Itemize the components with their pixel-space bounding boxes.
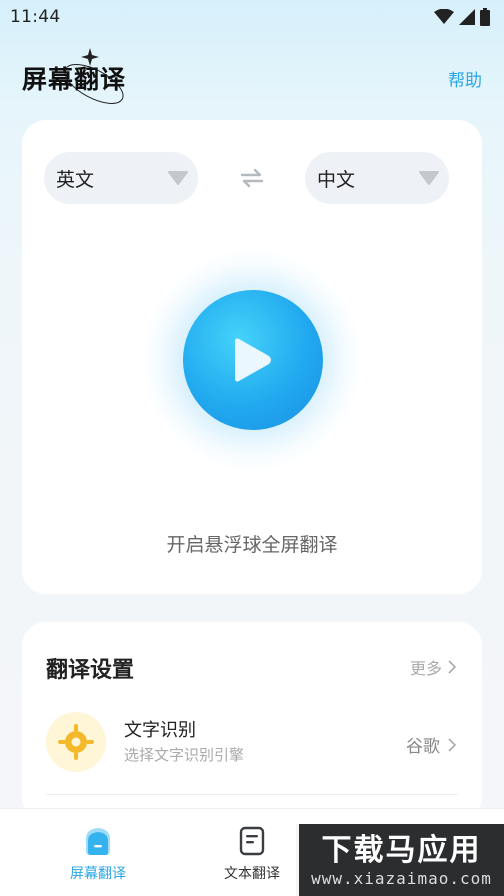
- ocr-icon-container: [46, 712, 106, 772]
- document-icon: [239, 826, 265, 856]
- ocr-engine-label: 谷歌: [406, 737, 440, 757]
- play-icon: [235, 338, 271, 382]
- row-divider: [46, 794, 458, 795]
- watermark-main: 下载马应用: [321, 832, 482, 868]
- page-title: 屏幕翻译: [22, 65, 127, 94]
- dropdown-icon: [419, 171, 439, 185]
- watermark-logo: 下载马应用 www.xiazaimao.com: [296, 824, 504, 896]
- tab-screen-translate[interactable]: 屏幕翻译: [38, 825, 158, 883]
- settings-card: 翻译设置 更多 文字识别 选择文字识别引擎 谷歌: [22, 622, 482, 822]
- ocr-setting-row[interactable]: 文字识别 选择文字识别引擎 谷歌: [22, 708, 482, 778]
- translation-card: 英文 中文 开启悬浮球全屏翻译: [22, 120, 482, 594]
- header: 屏幕翻译 帮助: [0, 40, 504, 120]
- battery-icon: [480, 8, 490, 26]
- chevron-right-icon: [448, 660, 456, 674]
- source-language-label: 英文: [56, 168, 95, 191]
- wifi-icon: [434, 9, 454, 24]
- ocr-target-icon: [58, 724, 94, 760]
- target-language-label: 中文: [317, 168, 356, 191]
- signal-icon: [459, 9, 475, 25]
- ocr-engine-value: 谷歌: [406, 732, 456, 757]
- more-settings-link[interactable]: 更多: [410, 655, 456, 679]
- tab-label: 屏幕翻译: [70, 866, 126, 882]
- tab-label: 文本翻译: [224, 866, 280, 882]
- more-label: 更多: [409, 659, 442, 678]
- chevron-right-icon: [448, 737, 456, 752]
- ocr-subtitle: 选择文字识别引擎: [124, 746, 245, 764]
- status-icons: [434, 8, 490, 26]
- watermark-url: www.xiazaimao.com: [311, 868, 492, 888]
- status-time: 11:44: [10, 7, 61, 27]
- tab-text-translate[interactable]: 文本翻译: [192, 825, 312, 883]
- screen-translate-icon: [86, 828, 110, 855]
- help-link[interactable]: 帮助: [448, 66, 482, 91]
- swap-languages-icon[interactable]: [240, 168, 264, 188]
- ocr-title: 文字识别: [124, 720, 196, 741]
- start-float-label: 开启悬浮球全屏翻译: [166, 534, 338, 556]
- dropdown-icon: [168, 171, 188, 185]
- status-bar: 11:44: [0, 0, 504, 34]
- start-float-button[interactable]: [183, 290, 323, 430]
- settings-title: 翻译设置: [46, 658, 135, 683]
- source-language-select[interactable]: 英文: [44, 152, 198, 204]
- target-language-select[interactable]: 中文: [305, 152, 449, 204]
